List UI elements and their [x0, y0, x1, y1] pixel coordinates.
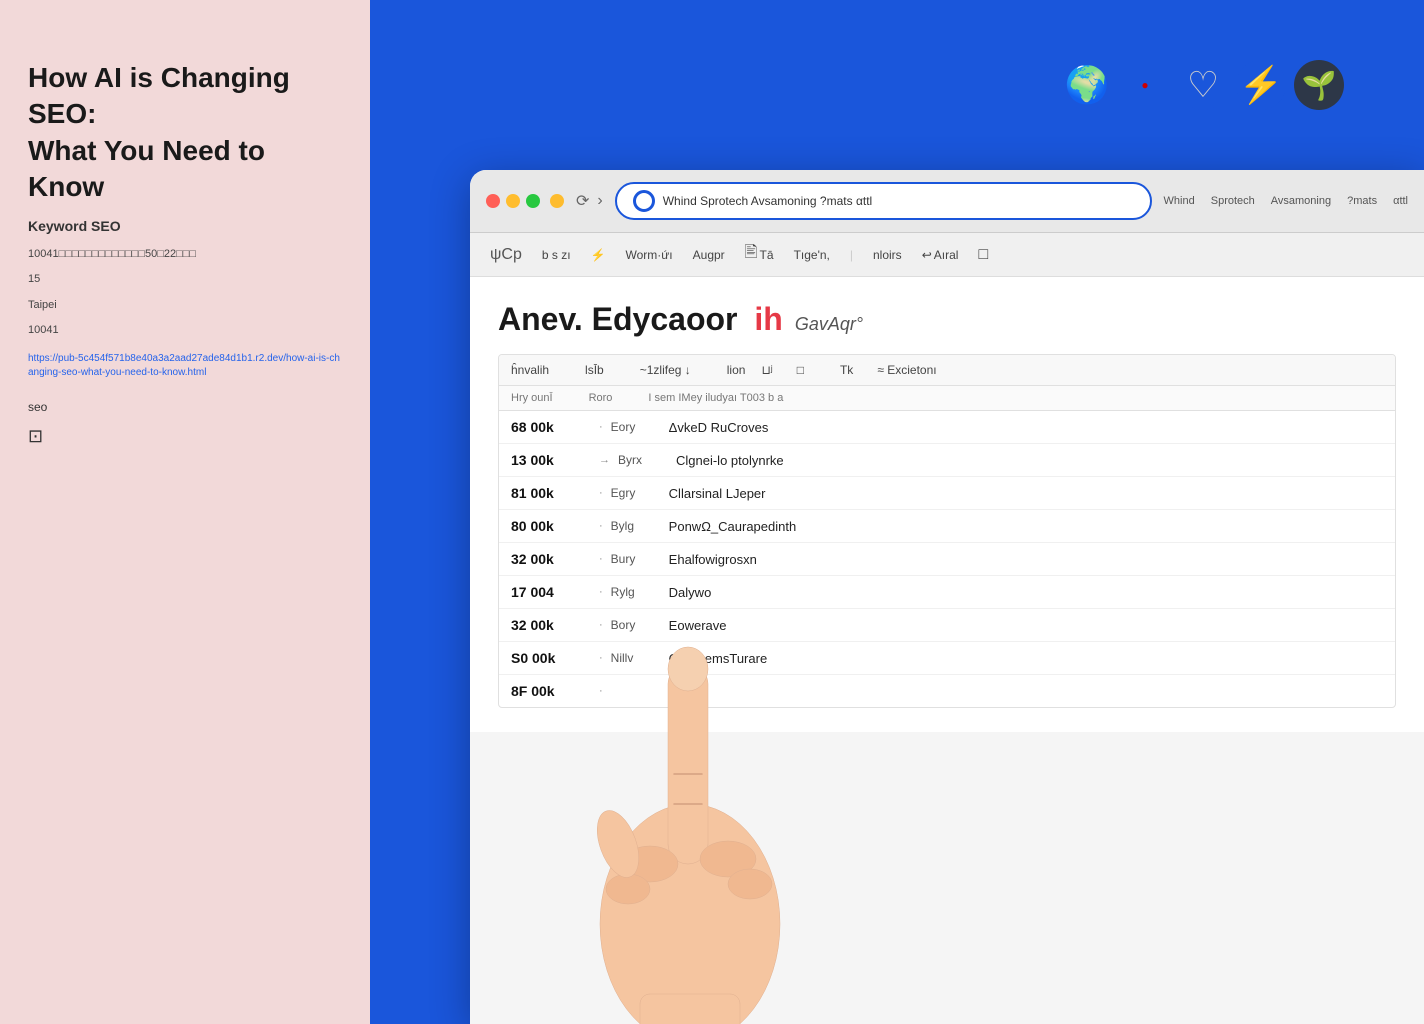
nav-tab-ta[interactable]: 🖹 Tā [745, 241, 774, 268]
nav-icon-1: ⟳ [576, 191, 589, 211]
icon-3: ♡ [1178, 60, 1228, 110]
th-2[interactable]: lsĪb [585, 363, 604, 377]
icon-4: ⚡ [1236, 60, 1286, 110]
page-title-highlight: ih [754, 301, 782, 337]
address-bar[interactable]: Whind Sprotech Avsamoning ?mats αttl [615, 182, 1152, 220]
nav-tabs: ψCp b s zı ⚡ Worm·ứı Augpr 🖹 Tā Tıge'n, … [470, 233, 1424, 277]
row-1-name: ΔvkeD RuCroves [669, 420, 1383, 435]
address-text: Whind Sprotech Avsamoning ?mats αttl [663, 194, 1134, 208]
table-subheader: Hry ounĪ Roro I sem IMey iludyaı T003 b … [499, 386, 1395, 411]
sh-3: I sem IMey iludyaı T003 b a [648, 392, 783, 404]
meta-number: 15 [28, 271, 342, 289]
icon-2: ● [1120, 60, 1170, 110]
icon-5: 🌱 [1294, 60, 1344, 110]
left-panel: How AI is Changing SEO: What You Need to… [0, 0, 370, 1024]
nav-tab-worm[interactable]: Worm·ứı [626, 248, 673, 262]
nav-tab-2[interactable]: b s zı [542, 248, 571, 262]
traffic-lights [486, 194, 564, 208]
th-4[interactable]: lion [727, 363, 746, 377]
nav-buttons: ⟳ › [576, 191, 603, 211]
traffic-light-extra [550, 194, 564, 208]
toolbar-item-1: Whind [1164, 195, 1195, 207]
nav-tab-sep: | [850, 248, 853, 262]
nav-tab-3[interactable]: ⚡ [591, 248, 606, 262]
browser-chrome: ⟳ › Whind Sprotech Avsamoning ?mats αttl… [470, 170, 1424, 233]
th-8[interactable]: ≈ Excietonı [877, 363, 936, 377]
tag-label: seo [28, 400, 342, 414]
top-icons: 🌍 ● ♡ ⚡ 🌱 [1062, 60, 1344, 110]
th-1[interactable]: ĥnvalih [511, 363, 549, 377]
meta-city: Taipei [28, 297, 342, 315]
meta-code: 10041 [28, 322, 342, 340]
nav-tab-end: □ [978, 246, 988, 264]
sh-2: Roro [589, 392, 613, 404]
th-7[interactable]: Tk [840, 363, 853, 377]
right-area: 🌍 ● ♡ ⚡ 🌱 ⟳ › Whind Sprotech Avsamoning … [370, 0, 1424, 1024]
th-5: ⊔ʲ [761, 363, 772, 377]
browser-toolbar-extras: Whind Sprotech Avsamoning ?mats αttl [1164, 195, 1408, 207]
traffic-light-red[interactable] [486, 194, 500, 208]
row-1-arrow: · [599, 421, 603, 433]
toolbar-item-4: ?mats [1347, 195, 1377, 207]
browser-logo [633, 190, 655, 212]
page-title-area: Anev. Edycaoor ih GavAqr° [498, 301, 1396, 338]
traffic-light-green[interactable] [526, 194, 540, 208]
row-1-type: Eory [611, 420, 661, 434]
nav-tab-tiger[interactable]: Tıge'n, [794, 248, 830, 262]
nav-arrow[interactable]: › [597, 192, 602, 210]
icon-1: 🌍 [1062, 60, 1112, 110]
meta-info: 10041□□□□□□□□□□□□□50□22□□□ [28, 246, 342, 264]
browser-window: ⟳ › Whind Sprotech Avsamoning ?mats αttl… [470, 170, 1424, 1024]
page-subtitle: GavAqr° [795, 314, 863, 335]
nav-tab-augpr[interactable]: Augpr [693, 248, 725, 262]
table-header: ĥnvalih lsĪb ~1zlifeg ↓ lion ⊔ʲ □ Tk ≈ E… [499, 355, 1395, 386]
hand-overlay [550, 444, 830, 1024]
toolbar-item-2: Sprotech [1211, 195, 1255, 207]
page-title: Anev. Edycaoor ih [498, 301, 783, 338]
article-url[interactable]: https://pub-5c454f571b8e40a3a2aad27ade84… [28, 352, 342, 380]
article-subtitle: Keyword SEO [28, 218, 342, 234]
sh-1: Hry ounĪ [511, 392, 553, 404]
tag-icon: ⊡ [28, 426, 342, 447]
toolbar-item-5: αttl [1393, 195, 1408, 207]
table-row: 68 00k · Eory ΔvkeD RuCroves [499, 411, 1395, 444]
traffic-light-yellow[interactable] [506, 194, 520, 208]
nav-tab-icon-1[interactable]: ψCp [490, 246, 522, 264]
article-title: How AI is Changing SEO: What You Need to… [28, 60, 342, 206]
th-3[interactable]: ~1zlifeg ↓ [640, 363, 691, 377]
toolbar-item-3: Avsamoning [1271, 195, 1331, 207]
nav-tab-aural[interactable]: ↩Aıral [922, 248, 959, 262]
th-6: □ [797, 363, 804, 377]
row-1-metric: 68 00k [511, 419, 591, 435]
nav-tab-nloirs[interactable]: nloirs [873, 248, 902, 262]
